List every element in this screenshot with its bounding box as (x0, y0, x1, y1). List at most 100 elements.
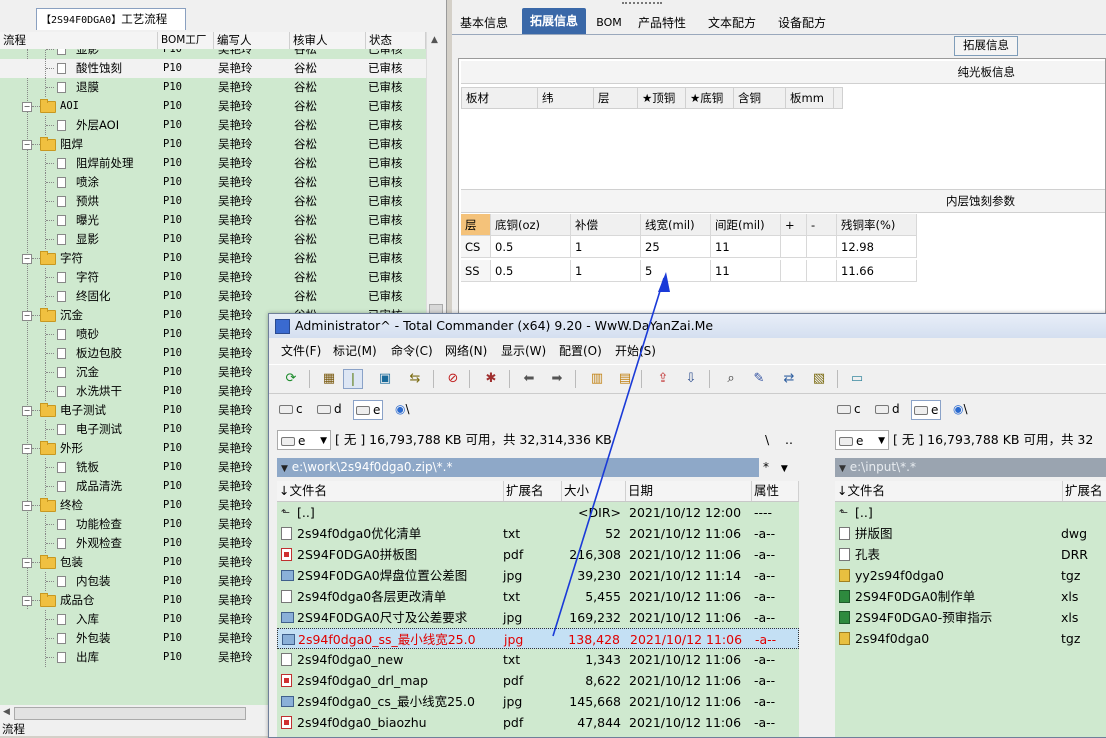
multi-rename-icon[interactable]: ▧ (809, 369, 829, 389)
file-row[interactable]: 2S94F0DGA0尺寸及公差要求 jpg 169,232 2021/10/12 11… (277, 607, 799, 628)
col-author[interactable]: 编写人 (214, 32, 290, 49)
file-row[interactable]: yy2s94f0dga0 tgz (835, 565, 1106, 586)
thumbnail-view-icon[interactable]: ▣ (375, 369, 395, 389)
subtab-extended-info[interactable]: 拓展信息 (954, 36, 1018, 56)
etch-cell[interactable]: 0.5 (491, 236, 571, 258)
etch-cell[interactable] (781, 236, 807, 258)
unzip-icon[interactable]: ▤ (615, 369, 635, 389)
drive-e-button[interactable]: e (353, 400, 384, 420)
collapse-icon[interactable]: − (22, 558, 32, 568)
url-icon[interactable]: ⇩ (681, 369, 701, 389)
file-row[interactable]: 2S94F0DGA0-预审指示 xls (835, 607, 1106, 628)
tree-row[interactable]: − 字符 P10 吴艳玲 谷松 已审核 (0, 249, 426, 268)
right-file-list[interactable]: ↓文件名 扩展名 [..]拼版图dwg孔表DRRyy2s94f0dga0tgz2… (835, 481, 1106, 737)
col-date[interactable]: 日期 (626, 481, 752, 501)
sync-icon[interactable]: ⇄ (779, 369, 799, 389)
etch-cell[interactable]: 25 (641, 236, 711, 258)
etch-cell[interactable]: 12.98 (837, 236, 917, 258)
menu-file[interactable]: 文件(F) (281, 340, 321, 362)
etch-cell[interactable] (807, 260, 837, 282)
col-filename[interactable]: ↓文件名 (835, 481, 1063, 501)
right-drive-combo[interactable]: e ▼ (835, 430, 889, 450)
etch-cell[interactable]: 1 (571, 260, 641, 282)
left-drive-combo[interactable]: e ▼ (277, 430, 331, 450)
chevron-down-icon[interactable]: ▼ (320, 431, 327, 451)
tree-row[interactable]: 酸性蚀刻 P10 吴艳玲 谷松 已审核 (0, 59, 426, 78)
tab-text-recipe[interactable]: 文本配方 (706, 12, 758, 34)
tab-product-features[interactable]: 产品特性 (636, 12, 688, 34)
file-row[interactable]: [..] (835, 502, 1106, 523)
scroll-thumb-horizontal[interactable] (14, 707, 246, 720)
menu-show[interactable]: 显示(W) (501, 340, 546, 362)
file-row[interactable]: 2S94F0DGA0拼板图 pdf 216,308 2021/10/12 11:06-… (277, 544, 799, 565)
chevron-down-icon[interactable]: ▼ (781, 464, 788, 474)
file-row[interactable]: 2s94f0dga0_cs_最小线宽25.0 jpg 145,668 2021/10/… (277, 691, 799, 712)
tree-row[interactable]: 终固化 P10 吴艳玲 谷松 已审核 (0, 287, 426, 306)
tree-row[interactable]: 退膜 P10 吴艳玲 谷松 已审核 (0, 78, 426, 97)
col-attr[interactable]: 属性 (752, 481, 799, 501)
file-row[interactable]: 2s94f0dga0_drl_map pdf 8,622 2021/10/12 11:… (277, 670, 799, 691)
tree-row[interactable]: 喷涂 P10 吴艳玲 谷松 已审核 (0, 173, 426, 192)
tab-bom[interactable]: BOM (594, 12, 624, 34)
tree-row[interactable]: 外层AOI P10 吴艳玲 谷松 已审核 (0, 116, 426, 135)
etch-cell[interactable]: 5 (641, 260, 711, 282)
file-row[interactable]: 2s94f0dga0各层更改清单 txt 5,455 2021/10/12 11:06… (277, 586, 799, 607)
col-process[interactable]: 流程 (0, 32, 158, 49)
col-status[interactable]: 状态 (366, 32, 426, 49)
file-row[interactable]: 2s94f0dga0优化清单 txt 52 2021/10/12 11:06 -a-- (277, 523, 799, 544)
tree-row[interactable]: 显影 P10 吴艳玲 谷松 已审核 (0, 49, 426, 59)
menu-mark[interactable]: 标记(M) (333, 340, 377, 362)
file-row[interactable]: 2s94f0dga0_new txt 1,343 2021/10/12 11:06 -a… (277, 649, 799, 670)
collapse-icon[interactable]: − (22, 596, 32, 606)
drive-d-button[interactable]: d (317, 400, 342, 418)
file-row[interactable]: 2s94f0dga0_biaozhu pdf 47,844 2021/10/12 11… (277, 712, 799, 733)
pack-icon[interactable]: ✱ (481, 369, 501, 389)
file-row[interactable]: 2s94f0dga0 tgz (835, 628, 1106, 649)
right-path-bar[interactable]: ▼ e:\input\*.* (835, 458, 1106, 477)
menu-net[interactable]: 网络(N) (445, 340, 487, 362)
tree-view-icon[interactable]: ❘ (343, 369, 363, 389)
rename-icon[interactable]: ✎ (749, 369, 769, 389)
tab-extended-info[interactable]: 拓展信息 (522, 8, 586, 34)
etch-cell[interactable]: 11 (711, 236, 781, 258)
tab-basic-info[interactable]: 基本信息 (456, 12, 512, 34)
etch-cell[interactable]: 1 (571, 236, 641, 258)
back-icon[interactable]: ⬅ (519, 369, 539, 389)
file-row[interactable]: 2S94F0DGA0焊盘位置公差图 jpg 39,230 2021/10/12 11:… (277, 565, 799, 586)
tree-row[interactable]: 阻焊前处理 P10 吴艳玲 谷松 已审核 (0, 154, 426, 173)
tree-row[interactable]: 字符 P10 吴艳玲 谷松 已审核 (0, 268, 426, 287)
left-file-list[interactable]: ↓文件名 扩展名 大小 日期 属性 [..] <DIR> 2021/10/12 12… (277, 481, 799, 737)
col-size[interactable]: 大小 (562, 481, 626, 501)
invert-select-icon[interactable]: ⊘ (443, 369, 463, 389)
etch-cell[interactable]: 0.5 (491, 260, 571, 282)
tree-row[interactable]: 预烘 P10 吴艳玲 谷松 已审核 (0, 192, 426, 211)
filter-dropdown[interactable]: * ▼ (763, 458, 797, 477)
binoculars-icon[interactable]: ⌕ (721, 369, 741, 389)
tree-row[interactable]: − 阻焊 P10 吴艳玲 谷松 已审核 (0, 135, 426, 154)
collapse-icon[interactable]: − (22, 311, 32, 321)
etch-cell[interactable]: CS (461, 236, 491, 258)
etch-cell[interactable]: 11.66 (837, 260, 917, 282)
col-ext[interactable]: 扩展名 (1063, 481, 1106, 501)
process-flow-tab[interactable]: 【2S94F0DGA0】工艺流程 (36, 8, 186, 30)
network-root-button[interactable]: ◉\ (395, 400, 410, 418)
right-drive-d-button[interactable]: d (875, 400, 900, 418)
right-drive-e-button[interactable]: e (911, 400, 942, 420)
collapse-icon[interactable]: − (22, 102, 32, 112)
col-filename[interactable]: ↓文件名 (277, 481, 504, 501)
col-ext[interactable]: 扩展名 (504, 481, 562, 501)
col-bom-factory[interactable]: BOM工厂 (158, 32, 214, 49)
collapse-icon[interactable]: − (22, 444, 32, 454)
goto-root-button[interactable]: \ (765, 429, 769, 451)
tree-row[interactable]: − AOI P10 吴艳玲 谷松 已审核 (0, 97, 426, 116)
drive-c-button[interactable]: c (279, 400, 303, 418)
tab-equipment-recipe[interactable]: 设备配方 (776, 12, 828, 34)
menu-start[interactable]: 开始(S) (615, 340, 656, 362)
file-row[interactable]: 2s94f0dga0_ss_最小线宽25.0 jpg 138,428 2021/10/… (277, 628, 799, 649)
menu-configuration[interactable]: 配置(O) (559, 340, 602, 362)
forward-icon[interactable]: ➡ (547, 369, 567, 389)
file-row[interactable]: [..] <DIR> 2021/10/12 12:00 ---- (277, 502, 799, 523)
etch-cell[interactable]: 11 (711, 260, 781, 282)
goto-parent-button[interactable]: .. (785, 429, 793, 451)
notepad-icon[interactable]: ▭ (847, 369, 867, 389)
